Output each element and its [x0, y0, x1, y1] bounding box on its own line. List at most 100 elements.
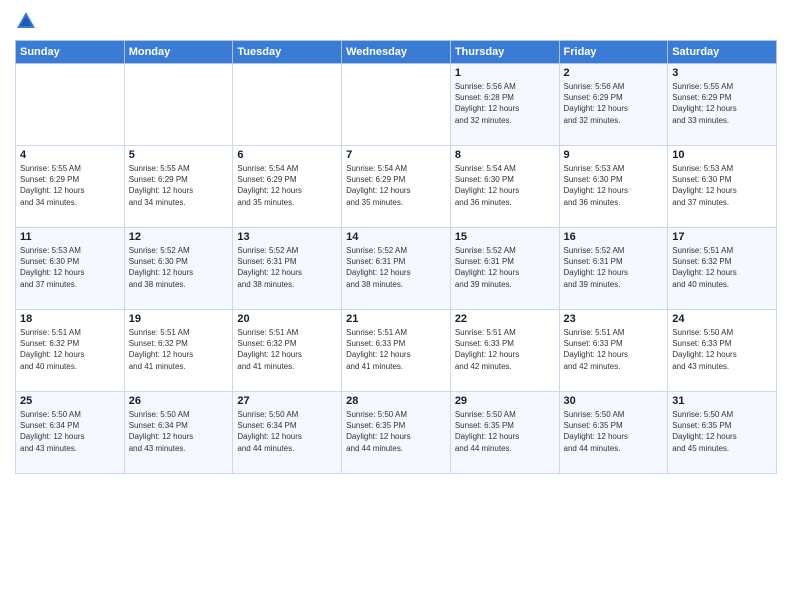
page: SundayMondayTuesdayWednesdayThursdayFrid… [0, 0, 792, 612]
day-info: Sunrise: 5:51 AM Sunset: 6:33 PM Dayligh… [346, 327, 446, 372]
day-info: Sunrise: 5:53 AM Sunset: 6:30 PM Dayligh… [564, 163, 664, 208]
day-info: Sunrise: 5:54 AM Sunset: 6:30 PM Dayligh… [455, 163, 555, 208]
calendar-cell: 21 Sunrise: 5:51 AM Sunset: 6:33 PM Dayli… [342, 310, 451, 392]
day-info: Sunrise: 5:51 AM Sunset: 6:32 PM Dayligh… [672, 245, 772, 290]
calendar-cell [124, 64, 233, 146]
day-info: Sunrise: 5:53 AM Sunset: 6:30 PM Dayligh… [20, 245, 120, 290]
day-info: Sunrise: 5:50 AM Sunset: 6:34 PM Dayligh… [129, 409, 229, 454]
day-number: 16 [564, 231, 664, 243]
day-number: 24 [672, 313, 772, 325]
calendar-cell: 25 Sunrise: 5:50 AM Sunset: 6:34 PM Dayli… [16, 392, 125, 474]
day-info: Sunrise: 5:53 AM Sunset: 6:30 PM Dayligh… [672, 163, 772, 208]
day-number: 28 [346, 395, 446, 407]
day-info: Sunrise: 5:55 AM Sunset: 6:29 PM Dayligh… [20, 163, 120, 208]
day-info: Sunrise: 5:52 AM Sunset: 6:31 PM Dayligh… [455, 245, 555, 290]
day-info: Sunrise: 5:52 AM Sunset: 6:31 PM Dayligh… [237, 245, 337, 290]
day-number: 1 [455, 67, 555, 79]
day-number: 17 [672, 231, 772, 243]
calendar-cell: 27 Sunrise: 5:50 AM Sunset: 6:34 PM Dayli… [233, 392, 342, 474]
day-number: 15 [455, 231, 555, 243]
day-info: Sunrise: 5:54 AM Sunset: 6:29 PM Dayligh… [237, 163, 337, 208]
calendar-cell: 30Sunrise: 5:50 AM Sunset: 6:35 PM Dayli… [559, 392, 668, 474]
day-number: 18 [20, 313, 120, 325]
calendar-cell: 19Sunrise: 5:51 AM Sunset: 6:32 PM Dayli… [124, 310, 233, 392]
day-info: Sunrise: 5:52 AM Sunset: 6:31 PM Dayligh… [346, 245, 446, 290]
day-number: 13 [237, 231, 337, 243]
calendar-week-row: 1 Sunrise: 5:56 AM Sunset: 6:28 PM Daylig… [16, 64, 777, 146]
day-info: Sunrise: 5:51 AM Sunset: 6:33 PM Dayligh… [564, 327, 664, 372]
calendar-cell: 7Sunrise: 5:54 AM Sunset: 6:29 PM Daylig… [342, 146, 451, 228]
calendar-cell: 29 Sunrise: 5:50 AM Sunset: 6:35 PM Dayli… [450, 392, 559, 474]
day-number: 31 [672, 395, 772, 407]
day-number: 5 [129, 149, 229, 161]
day-info: Sunrise: 5:50 AM Sunset: 6:35 PM Dayligh… [455, 409, 555, 454]
calendar-week-row: 18 Sunrise: 5:51 AM Sunset: 6:32 PM Dayli… [16, 310, 777, 392]
day-number: 6 [237, 149, 337, 161]
day-number: 12 [129, 231, 229, 243]
day-info: Sunrise: 5:50 AM Sunset: 6:34 PM Dayligh… [20, 409, 120, 454]
day-number: 25 [20, 395, 120, 407]
day-number: 27 [237, 395, 337, 407]
day-number: 4 [20, 149, 120, 161]
calendar-cell: 1 Sunrise: 5:56 AM Sunset: 6:28 PM Daylig… [450, 64, 559, 146]
day-number: 9 [564, 149, 664, 161]
calendar-cell [342, 64, 451, 146]
day-number: 3 [672, 67, 772, 79]
header-day: Saturday [668, 41, 777, 64]
day-info: Sunrise: 5:52 AM Sunset: 6:31 PM Dayligh… [564, 245, 664, 290]
header-day: Sunday [16, 41, 125, 64]
calendar-cell: 23 Sunrise: 5:51 AM Sunset: 6:33 PM Dayli… [559, 310, 668, 392]
day-number: 8 [455, 149, 555, 161]
day-info: Sunrise: 5:51 AM Sunset: 6:33 PM Dayligh… [455, 327, 555, 372]
day-number: 7 [346, 149, 446, 161]
day-number: 23 [564, 313, 664, 325]
header-row: SundayMondayTuesdayWednesdayThursdayFrid… [16, 41, 777, 64]
calendar-cell: 13 Sunrise: 5:52 AM Sunset: 6:31 PM Dayli… [233, 228, 342, 310]
day-number: 11 [20, 231, 120, 243]
day-info: Sunrise: 5:50 AM Sunset: 6:35 PM Dayligh… [346, 409, 446, 454]
day-info: Sunrise: 5:50 AM Sunset: 6:34 PM Dayligh… [237, 409, 337, 454]
calendar-cell: 8 Sunrise: 5:54 AM Sunset: 6:30 PM Daylig… [450, 146, 559, 228]
calendar-cell: 17 Sunrise: 5:51 AM Sunset: 6:32 PM Dayli… [668, 228, 777, 310]
day-info: Sunrise: 5:50 AM Sunset: 6:35 PM Dayligh… [672, 409, 772, 454]
day-info: Sunrise: 5:51 AM Sunset: 6:32 PM Dayligh… [20, 327, 120, 372]
day-info: Sunrise: 5:55 AM Sunset: 6:29 PM Dayligh… [672, 81, 772, 126]
calendar-cell [233, 64, 342, 146]
day-info: Sunrise: 5:56 AM Sunset: 6:29 PM Dayligh… [564, 81, 664, 126]
header-day: Thursday [450, 41, 559, 64]
calendar-cell [16, 64, 125, 146]
calendar-cell: 15 Sunrise: 5:52 AM Sunset: 6:31 PM Dayli… [450, 228, 559, 310]
calendar-cell: 14 Sunrise: 5:52 AM Sunset: 6:31 PM Dayli… [342, 228, 451, 310]
calendar-week-row: 11 Sunrise: 5:53 AM Sunset: 6:30 PM Dayli… [16, 228, 777, 310]
calendar-week-row: 25 Sunrise: 5:50 AM Sunset: 6:34 PM Dayli… [16, 392, 777, 474]
header [15, 10, 777, 32]
day-info: Sunrise: 5:51 AM Sunset: 6:32 PM Dayligh… [237, 327, 337, 372]
calendar-cell: 24Sunrise: 5:50 AM Sunset: 6:33 PM Dayli… [668, 310, 777, 392]
calendar-cell: 11 Sunrise: 5:53 AM Sunset: 6:30 PM Dayli… [16, 228, 125, 310]
calendar-table: SundayMondayTuesdayWednesdayThursdayFrid… [15, 40, 777, 474]
header-day: Monday [124, 41, 233, 64]
day-number: 29 [455, 395, 555, 407]
calendar-cell: 6 Sunrise: 5:54 AM Sunset: 6:29 PM Daylig… [233, 146, 342, 228]
day-info: Sunrise: 5:56 AM Sunset: 6:28 PM Dayligh… [455, 81, 555, 126]
day-number: 30 [564, 395, 664, 407]
calendar-cell: 28 Sunrise: 5:50 AM Sunset: 6:35 PM Dayli… [342, 392, 451, 474]
header-day: Wednesday [342, 41, 451, 64]
calendar-cell: 22Sunrise: 5:51 AM Sunset: 6:33 PM Dayli… [450, 310, 559, 392]
logo-icon [15, 10, 37, 32]
day-number: 10 [672, 149, 772, 161]
header-day: Friday [559, 41, 668, 64]
day-number: 14 [346, 231, 446, 243]
calendar-cell: 9 Sunrise: 5:53 AM Sunset: 6:30 PM Daylig… [559, 146, 668, 228]
day-number: 20 [237, 313, 337, 325]
header-day: Tuesday [233, 41, 342, 64]
day-number: 2 [564, 67, 664, 79]
calendar-cell: 10 Sunrise: 5:53 AM Sunset: 6:30 PM Dayli… [668, 146, 777, 228]
day-number: 26 [129, 395, 229, 407]
calendar-cell: 2 Sunrise: 5:56 AM Sunset: 6:29 PM Daylig… [559, 64, 668, 146]
calendar-cell: 3 Sunrise: 5:55 AM Sunset: 6:29 PM Daylig… [668, 64, 777, 146]
day-info: Sunrise: 5:55 AM Sunset: 6:29 PM Dayligh… [129, 163, 229, 208]
logo [15, 10, 41, 32]
calendar-cell: 16 Sunrise: 5:52 AM Sunset: 6:31 PM Dayli… [559, 228, 668, 310]
day-number: 21 [346, 313, 446, 325]
